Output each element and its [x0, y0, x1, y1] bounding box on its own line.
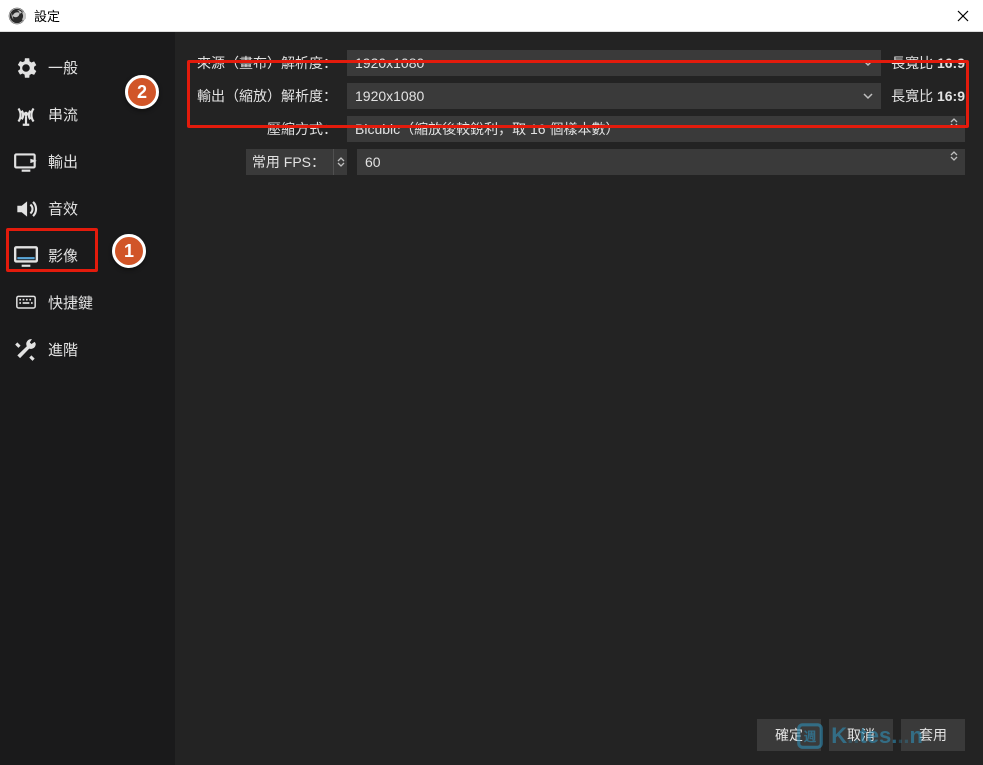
aspect-base: 長寬比 16:9 — [891, 53, 965, 73]
monitor-icon — [12, 243, 40, 269]
sidebar-item-label: 影像 — [48, 245, 78, 266]
chevron-down-icon — [863, 58, 873, 68]
row-output-resolution: 輸出（縮放）解析度： 1920x1080 長寬比 16:9 — [187, 83, 965, 109]
output-icon — [12, 149, 40, 175]
chevron-down-icon — [863, 91, 873, 101]
cancel-button[interactable]: 取消 — [829, 719, 893, 751]
sidebar-item-label: 快捷鍵 — [48, 292, 93, 313]
row-fps: 常用 FPS： 60 — [187, 149, 965, 175]
close-button[interactable] — [951, 4, 975, 28]
annotation-badge-1: 1 — [112, 234, 146, 268]
row-base-resolution: 來源（畫布）解析度： 1920x1080 長寬比 16:9 — [187, 50, 965, 76]
sidebar-item-label: 進階 — [48, 339, 78, 360]
spinner-arrows-icon — [947, 118, 961, 128]
label-downscale: 壓縮方式： — [187, 119, 347, 139]
sidebar-item-label: 串流 — [48, 104, 78, 125]
label-base-resolution: 來源（畫布）解析度： — [187, 53, 347, 73]
speaker-icon — [12, 196, 40, 222]
sidebar-item-video[interactable]: 影像 1 — [12, 232, 163, 279]
sidebar-item-advanced[interactable]: 進階 — [12, 326, 163, 373]
sidebar-item-label: 輸出 — [48, 151, 78, 172]
tools-icon — [12, 337, 40, 363]
row-downscale: 壓縮方式： Bicubic（縮放後較銳利，取 16 個樣本數） — [187, 116, 965, 142]
combo-base-resolution[interactable]: 1920x1080 — [347, 50, 881, 76]
apply-button[interactable]: 套用 — [901, 719, 965, 751]
sidebar-item-audio[interactable]: 音效 — [12, 185, 163, 232]
combo-value: Bicubic（縮放後較銳利，取 16 個樣本數） — [355, 119, 619, 139]
combo-fps[interactable]: 60 — [357, 149, 965, 175]
aspect-output: 長寬比 16:9 — [891, 86, 965, 106]
spinner-arrows-icon — [947, 151, 961, 161]
gear-icon — [12, 55, 40, 81]
combo-value: 1920x1080 — [355, 55, 424, 71]
combo-output-resolution[interactable]: 1920x1080 — [347, 83, 881, 109]
keyboard-icon — [12, 293, 40, 313]
combo-value: 1920x1080 — [355, 88, 424, 104]
fps-type-spinner[interactable] — [333, 149, 347, 175]
titlebar: 設定 — [0, 0, 983, 32]
footer-buttons: 確定 取消 套用 — [187, 715, 965, 755]
obs-icon — [8, 7, 26, 25]
ok-button[interactable]: 確定 — [757, 719, 821, 751]
combo-downscale[interactable]: Bicubic（縮放後較銳利，取 16 個樣本數） — [347, 116, 965, 142]
content-area: 來源（畫布）解析度： 1920x1080 長寬比 16:9 輸出（縮放）解析度：… — [175, 32, 983, 765]
sidebar-item-label: 一般 — [48, 57, 78, 78]
aspect-label: 長寬比 — [891, 55, 933, 71]
aspect-label: 長寬比 — [891, 88, 933, 104]
aspect-value: 16:9 — [937, 88, 965, 104]
window-title: 設定 — [34, 6, 60, 25]
label-output-resolution: 輸出（縮放）解析度： — [187, 86, 347, 106]
sidebar-item-label: 音效 — [48, 198, 78, 219]
aspect-value: 16:9 — [937, 55, 965, 71]
combo-value: 60 — [365, 154, 381, 170]
sidebar-item-hotkeys[interactable]: 快捷鍵 — [12, 279, 163, 326]
sidebar-item-output[interactable]: 輸出 — [12, 138, 163, 185]
annotation-badge-2: 2 — [125, 75, 159, 109]
sidebar: 一般 串流 輸出 — [0, 32, 175, 765]
label-fps[interactable]: 常用 FPS： — [246, 149, 333, 175]
antenna-icon — [12, 102, 40, 128]
